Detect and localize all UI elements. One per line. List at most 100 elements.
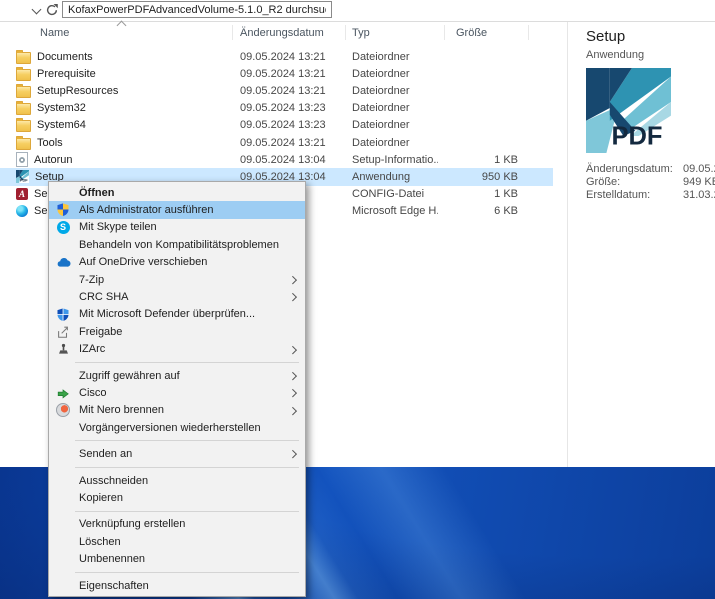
menu-item-create-shortcut[interactable]: Verknüpfung erstellen [49, 516, 305, 533]
menu-separator [75, 572, 299, 573]
menu-item-compatibility[interactable]: Behandeln von Kompatibilitätsproblemen [49, 236, 305, 253]
onedrive-cloud-icon [54, 255, 72, 270]
column-divider[interactable] [232, 25, 233, 40]
kofax-pdf-icon: PDF [16, 170, 29, 183]
kofax-pdf-logo: PDF [586, 68, 671, 153]
file-size: 950 KB [438, 171, 518, 183]
file-type: Dateiordner [352, 85, 438, 97]
menu-item-label: Cisco [79, 387, 107, 399]
config-file-icon [16, 188, 28, 200]
file-row-system64[interactable]: System64 09.05.2024 13:23 Dateiordner [0, 117, 553, 134]
column-header-name[interactable]: Name [40, 27, 69, 39]
menu-item-label: Mit Nero brennen [79, 404, 164, 416]
cisco-icon [54, 385, 72, 400]
column-header-date[interactable]: Änderungsdatum [240, 27, 324, 39]
menu-item-give-access[interactable]: Zugriff gewähren auf [49, 367, 305, 384]
menu-item-send-to[interactable]: Senden an [49, 445, 305, 462]
file-date: 09.05.2024 13:23 [240, 119, 352, 131]
detail-value: 31.03.202 [683, 189, 715, 202]
menu-item-7zip[interactable]: 7-Zip [49, 271, 305, 288]
file-date: 09.05.2024 13:21 [240, 137, 352, 149]
file-name: Se [34, 205, 47, 217]
folder-icon [16, 69, 31, 81]
menu-item-open[interactable]: Öffnen [49, 184, 305, 201]
menu-item-label: Freigabe [79, 326, 122, 338]
file-size: 1 KB [438, 154, 518, 166]
file-name: Se [34, 188, 47, 200]
sort-ascending-icon [117, 21, 127, 31]
menu-item-nero-burn[interactable]: Mit Nero brennen [49, 402, 305, 419]
file-name: Prerequisite [37, 68, 96, 80]
submenu-arrow-icon [288, 450, 296, 458]
menu-separator [75, 511, 299, 512]
menu-item-delete[interactable]: Löschen [49, 533, 305, 550]
menu-item-copy[interactable]: Kopieren [49, 489, 305, 506]
file-name: SetupResources [37, 85, 118, 97]
file-type: Dateiordner [352, 68, 438, 80]
detail-label: Änderungsdatum: [586, 163, 683, 176]
file-row-autorun[interactable]: Autorun 09.05.2024 13:04 Setup-Informati… [0, 151, 553, 168]
menu-item-share[interactable]: Freigabe [49, 323, 305, 340]
submenu-arrow-icon [288, 276, 296, 284]
file-row-prerequisite[interactable]: Prerequisite 09.05.2024 13:21 Dateiordne… [0, 65, 553, 82]
column-divider[interactable] [345, 25, 346, 40]
share-icon [54, 324, 72, 339]
setup-information-icon [16, 152, 28, 167]
menu-item-label: CRC SHA [79, 291, 129, 303]
menu-item-cisco[interactable]: Cisco [49, 384, 305, 401]
menu-item-cut[interactable]: Ausschneiden [49, 472, 305, 489]
file-name: Documents [37, 51, 93, 63]
menu-item-label: Mit Skype teilen [79, 221, 157, 233]
menu-item-share-skype[interactable]: Mit Skype teilen [49, 219, 305, 236]
file-row-documents[interactable]: Documents 09.05.2024 13:21 Dateiordner [0, 48, 553, 65]
detail-value: 09.05.202 [683, 163, 715, 176]
menu-item-rename[interactable]: Umbenennen [49, 550, 305, 567]
column-divider[interactable] [444, 25, 445, 40]
detail-label: Erstelldatum: [586, 189, 683, 202]
folder-icon [16, 103, 31, 115]
column-divider[interactable] [528, 25, 529, 40]
submenu-arrow-icon [288, 345, 296, 353]
preview-subtitle: Anwendung [586, 49, 715, 61]
nero-icon [54, 403, 72, 418]
menu-item-crc-sha[interactable]: CRC SHA [49, 288, 305, 305]
file-type: CONFIG-Datei [352, 188, 438, 200]
search-input[interactable] [62, 1, 332, 18]
menu-item-defender-scan[interactable]: Mit Microsoft Defender überprüfen... [49, 306, 305, 323]
menu-item-label: Behandeln von Kompatibilitätsproblemen [79, 239, 279, 251]
address-dropdown-chevron-icon[interactable] [32, 5, 42, 15]
menu-item-run-as-administrator[interactable]: Als Administrator ausführen [49, 201, 305, 218]
file-size: 6 KB [438, 205, 518, 217]
column-headers: Name Änderungsdatum Typ Größe [0, 22, 567, 43]
menu-item-label: Als Administrator ausführen [79, 204, 214, 216]
menu-item-restore-previous-versions[interactable]: Vorgängerversionen wiederherstellen [49, 419, 305, 436]
refresh-icon[interactable] [45, 3, 59, 17]
folder-icon [16, 120, 31, 132]
skype-icon [54, 220, 72, 235]
edge-icon [16, 205, 28, 217]
menu-item-label: Vorgängerversionen wiederherstellen [79, 422, 261, 434]
file-row-setupresources[interactable]: SetupResources 09.05.2024 13:21 Dateiord… [0, 82, 553, 99]
detail-value: 949 KB [683, 176, 715, 189]
file-row-system32[interactable]: System32 09.05.2024 13:23 Dateiordner [0, 100, 553, 117]
menu-item-properties[interactable]: Eigenschaften [49, 577, 305, 594]
menu-item-izarc[interactable]: IZArc [49, 341, 305, 358]
menu-item-label: Ausschneiden [79, 475, 148, 487]
menu-item-label: Eigenschaften [79, 580, 149, 592]
menu-item-move-to-onedrive[interactable]: Auf OneDrive verschieben [49, 254, 305, 271]
menu-item-label: Verknüpfung erstellen [79, 518, 185, 530]
submenu-arrow-icon [288, 389, 296, 397]
folder-icon [16, 86, 31, 98]
menu-item-label: IZArc [79, 343, 105, 355]
svg-text:PDF: PDF [20, 178, 28, 183]
column-header-size[interactable]: Größe [456, 27, 487, 39]
file-date: 09.05.2024 13:21 [240, 85, 352, 97]
submenu-arrow-icon [288, 293, 296, 301]
file-size: 1 KB [438, 188, 518, 200]
file-date: 09.05.2024 13:21 [240, 51, 352, 63]
file-row-tools[interactable]: Tools 09.05.2024 13:21 Dateiordner [0, 134, 553, 151]
uac-shield-icon [54, 202, 72, 217]
column-header-type[interactable]: Typ [352, 27, 370, 39]
file-type: Dateiordner [352, 137, 438, 149]
file-name: System64 [37, 119, 86, 131]
